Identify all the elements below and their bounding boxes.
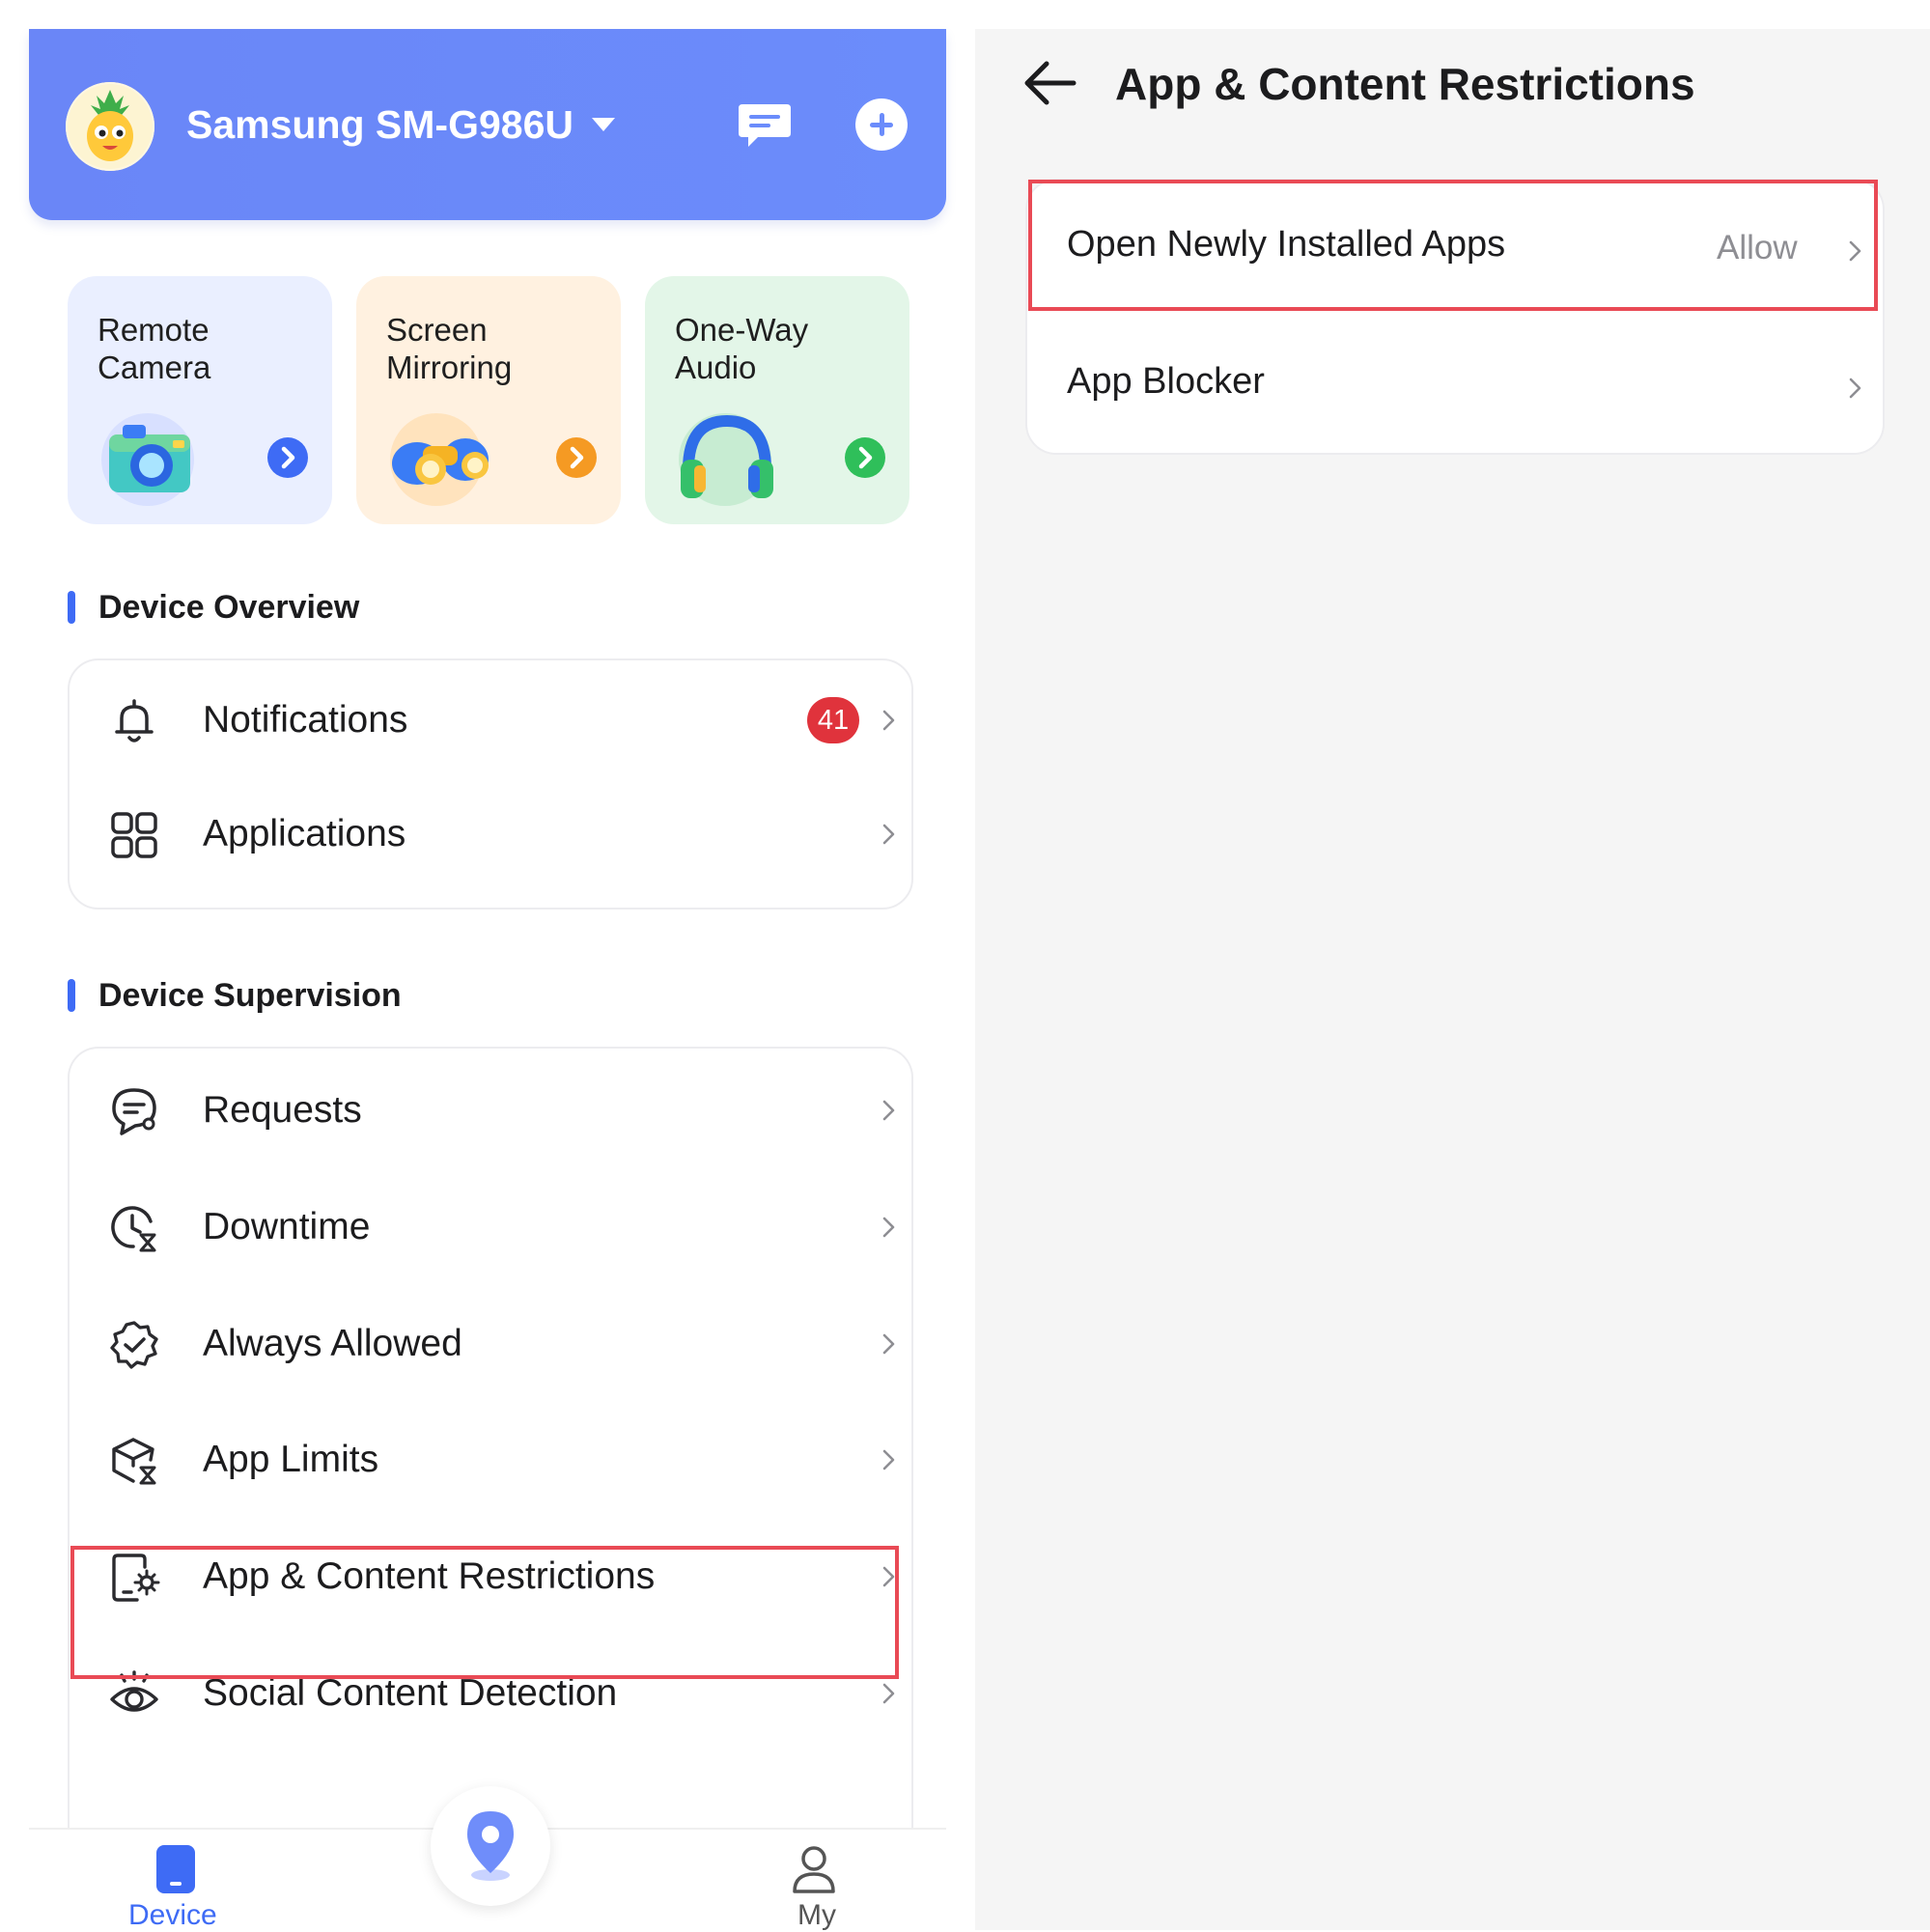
requests-icon [112,1088,156,1135]
chevron-right-icon[interactable] [267,437,308,478]
bell-icon [115,699,154,742]
location-pin-icon [467,1811,514,1881]
row-downtime[interactable]: Downtime [70,1169,911,1285]
device-name[interactable]: Samsung SM-G986U [186,102,573,148]
section-marker [68,979,75,1012]
overview-group: Notifications 41 Applications [68,658,913,910]
highlight-box [1028,180,1878,311]
chevron-right-icon [882,1100,895,1121]
row-label: Downtime [203,1206,371,1247]
person-icon [793,1846,835,1893]
row-requests[interactable]: Requests [70,1052,911,1168]
binoculars-icon [380,402,496,508]
location-button[interactable] [431,1786,550,1906]
section-title-overview: Device Overview [98,589,360,626]
chevron-right-icon [882,1333,895,1355]
row-applications[interactable]: Applications [70,776,911,892]
chevron-right-icon [882,824,895,845]
tab-my[interactable]: My [772,1843,869,1931]
chevron-right-icon [882,1217,895,1238]
headphones-icon [669,402,785,508]
section-marker [68,591,75,624]
row-app-blocker[interactable]: App Blocker [1027,321,1883,456]
notification-count-badge: 41 [807,697,859,743]
detail-panel: App & Content Restrictions Open Newly In… [975,29,1930,1930]
avatar[interactable] [66,82,154,171]
apps-grid-icon [111,812,157,858]
row-app-limits[interactable]: App Limits [70,1402,911,1518]
row-label: App Blocker [1067,361,1265,402]
highlight-box [70,1546,899,1679]
downtime-clock-icon [111,1206,156,1252]
back-arrow-icon[interactable] [1021,56,1079,110]
device-panel: Samsung SM-G986U Remote Camera Screen Mi… [29,29,946,1932]
row-label: Requests [203,1089,362,1131]
row-notifications[interactable]: Notifications 41 [70,662,911,778]
card-one-way-audio[interactable]: One-Way Audio [645,276,909,524]
verified-badge-icon [110,1321,158,1369]
message-icon[interactable] [737,100,793,151]
chevron-down-icon[interactable] [592,118,615,131]
row-label: App Limits [203,1439,379,1480]
tab-device[interactable]: Device [126,1843,241,1931]
chevron-right-icon[interactable] [845,437,885,478]
row-always-allowed[interactable]: Always Allowed [70,1286,911,1402]
row-label: Applications [203,813,406,854]
card-title: Remote Camera [98,312,211,385]
supervision-group: Requests Downtime Always Allowed App Lim… [68,1047,913,1879]
app-limits-icon [112,1438,156,1485]
add-device-icon[interactable] [855,98,908,151]
card-screen-mirroring[interactable]: Screen Mirroring [356,276,621,524]
tab-label: Device [128,1899,217,1931]
chevron-right-icon [882,710,895,731]
chevron-right-icon [882,1683,895,1704]
page-title: App & Content Restrictions [1115,59,1695,109]
card-title: One-Way Audio [675,312,809,385]
card-title: Screen Mirroring [386,312,513,385]
tab-label: My [797,1899,836,1931]
pineapple-avatar-icon [87,90,133,161]
chevron-right-icon [882,1449,895,1470]
phone-icon [156,1845,195,1893]
row-label: Notifications [203,699,408,741]
card-remote-camera[interactable]: Remote Camera [68,276,332,524]
row-label: Always Allowed [203,1323,462,1364]
chevron-right-icon [1849,378,1861,399]
header-bar: Samsung SM-G986U [29,29,946,220]
chevron-right-icon[interactable] [556,437,597,478]
section-title-supervision: Device Supervision [98,977,402,1014]
camera-icon [92,402,208,508]
